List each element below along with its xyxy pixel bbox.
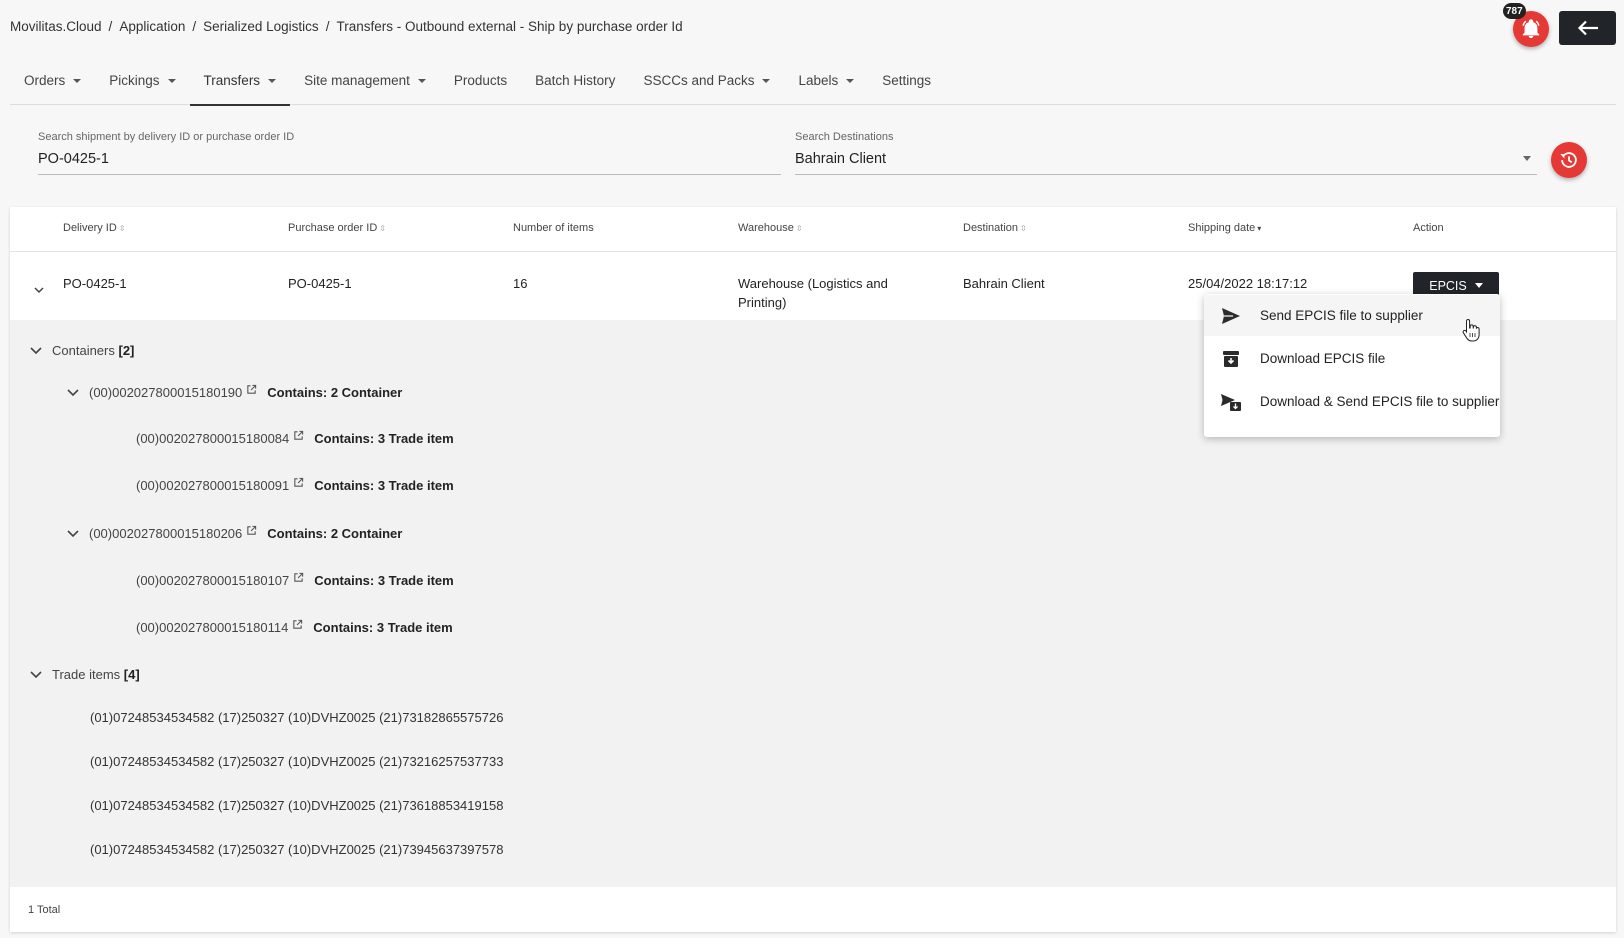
hand-pointer-cursor-icon [1462, 318, 1480, 342]
sort-icon: ⇳ [118, 224, 126, 233]
tab-batch-history[interactable]: Batch History [521, 60, 629, 105]
container-child-item[interactable]: (00)002027800015180114 Contains: 3 Trade… [136, 619, 453, 635]
history-button[interactable] [1551, 142, 1587, 178]
cell-delivery-id: PO-0425-1 [63, 276, 127, 291]
container-item[interactable]: (00)002027800015180190 Contains: 2 Conta… [67, 384, 402, 400]
containers-section-toggle[interactable]: Containers [2] [30, 343, 134, 358]
tab-products[interactable]: Products [440, 60, 521, 105]
shipment-search-field[interactable]: Search shipment by delivery ID or purcha… [38, 131, 781, 175]
tab-orders[interactable]: Orders [10, 60, 95, 105]
destination-search-field[interactable]: Search Destinations Bahrain Client [795, 131, 1537, 175]
chevron-down-icon [30, 670, 42, 678]
external-link-icon[interactable] [293, 430, 304, 441]
tab-site-management[interactable]: Site management [290, 60, 440, 105]
dropdown-arrow-icon[interactable] [1523, 156, 1531, 161]
cell-destination: Bahrain Client [963, 276, 1045, 291]
trade-item: (01)07248534534582 (17)250327 (10)DVHZ00… [90, 710, 504, 725]
bell-icon [1522, 19, 1540, 39]
external-link-icon[interactable] [293, 477, 304, 488]
send-download-icon [1221, 393, 1241, 411]
external-link-icon[interactable] [293, 572, 304, 583]
destination-search-label: Search Destinations [795, 131, 894, 143]
trade-item: (01)07248534534582 (17)250327 (10)DVHZ00… [90, 798, 504, 813]
menu-item-send-epcis[interactable]: Send EPCIS file to supplier [1204, 295, 1500, 336]
container-id-link[interactable]: (00)002027800015180206 [89, 526, 242, 541]
container-child-item[interactable]: (00)002027800015180084 Contains: 3 Trade… [136, 430, 454, 446]
history-icon [1560, 152, 1577, 168]
shipment-search-input[interactable]: PO-0425-1 [38, 151, 109, 167]
external-link-icon[interactable] [246, 525, 257, 536]
cell-number-of-items: 16 [513, 276, 528, 291]
breadcrumb-item-movilitas[interactable]: Movilitas.Cloud [10, 19, 102, 34]
external-link-icon[interactable] [292, 619, 303, 630]
container-id-link[interactable]: (00)002027800015180084 [136, 431, 289, 446]
table-total-count: 1 Total [28, 904, 61, 916]
epcis-dropdown-menu: Send EPCIS file to supplier Download EPC… [1204, 294, 1500, 437]
tab-pickings[interactable]: Pickings [95, 60, 189, 105]
breadcrumb-item-application[interactable]: Application [119, 19, 185, 34]
breadcrumb-item-serialized-logistics[interactable]: Serialized Logistics [203, 19, 319, 34]
destination-select[interactable]: Bahrain Client [795, 151, 886, 167]
column-header-shipping-date[interactable]: Shipping date ▾ [1188, 222, 1261, 234]
tab-settings[interactable]: Settings [868, 60, 945, 105]
container-id-link[interactable]: (00)002027800015180114 [136, 620, 288, 635]
send-icon [1222, 307, 1240, 324]
external-link-icon[interactable] [246, 384, 257, 395]
tab-labels[interactable]: Labels [784, 60, 868, 105]
trade-items-section-toggle[interactable]: Trade items [4] [30, 667, 140, 682]
trade-item: (01)07248534534582 (17)250327 (10)DVHZ00… [90, 842, 504, 857]
cell-shipping-date: 25/04/2022 18:17:12 [1188, 276, 1308, 291]
container-id-link[interactable]: (00)002027800015180190 [89, 385, 242, 400]
caret-down-icon [846, 79, 855, 84]
caret-down-icon [73, 79, 82, 84]
archive-download-icon [1223, 350, 1239, 367]
back-button[interactable] [1559, 11, 1616, 45]
main-tabs: Orders Pickings Transfers Site managemen… [10, 60, 1616, 106]
row-expand-toggle[interactable] [34, 282, 44, 297]
column-header-destination[interactable]: Destination ⇳ [963, 222, 1027, 234]
caret-down-icon [1474, 283, 1483, 288]
trade-item: (01)07248534534582 (17)250327 (10)DVHZ00… [90, 754, 504, 769]
chevron-down-icon [67, 529, 79, 537]
container-child-item[interactable]: (00)002027800015180091 Contains: 3 Trade… [136, 477, 454, 493]
caret-down-icon [762, 79, 771, 84]
breadcrumb-item-current: Transfers - Outbound external - Ship by … [336, 19, 683, 34]
container-item[interactable]: (00)002027800015180206 Contains: 2 Conta… [67, 525, 402, 541]
sort-icon: ⇳ [379, 224, 386, 233]
arrow-left-icon [1577, 20, 1598, 36]
column-header-delivery-id[interactable]: Delivery ID ⇳ [63, 222, 126, 234]
chevron-down-icon [34, 287, 44, 294]
column-header-purchase-order-id[interactable]: Purchase order ID ⇳ [288, 222, 386, 234]
table-header: Delivery ID ⇳ Purchase order ID ⇳ Number o… [10, 207, 1616, 252]
container-id-link[interactable]: (00)002027800015180107 [136, 573, 289, 588]
notification-count-badge: 787 [1503, 3, 1526, 19]
menu-item-download-epcis[interactable]: Download EPCIS file [1204, 338, 1500, 379]
container-child-item[interactable]: (00)002027800015180107 Contains: 3 Trade… [136, 572, 454, 588]
container-id-link[interactable]: (00)002027800015180091 [136, 478, 289, 493]
sort-icon: ⇳ [1020, 224, 1027, 233]
column-header-warehouse[interactable]: Warehouse ⇳ [738, 222, 803, 234]
cell-warehouse: Warehouse (Logistics and Printing) [738, 276, 888, 310]
cell-purchase-order-id: PO-0425-1 [288, 276, 352, 291]
tab-ssccs-and-packs[interactable]: SSCCs and Packs [629, 60, 784, 105]
chevron-down-icon [67, 388, 79, 396]
caret-down-icon [167, 79, 176, 84]
column-header-number-of-items: Number of items [513, 222, 594, 234]
sort-desc-icon: ▾ [1257, 224, 1262, 233]
breadcrumb: Movilitas.Cloud / Application / Serialized L… [10, 19, 683, 34]
sort-icon: ⇳ [795, 224, 803, 233]
tab-transfers[interactable]: Transfers [189, 60, 291, 106]
menu-item-download-and-send-epcis[interactable]: Download & Send EPCIS file to supplier [1204, 381, 1500, 422]
chevron-down-icon [30, 346, 42, 354]
shipment-search-label: Search shipment by delivery ID or purcha… [38, 131, 295, 143]
column-header-action: Action [1413, 222, 1444, 234]
caret-down-icon [417, 79, 426, 84]
caret-down-icon [268, 79, 277, 84]
